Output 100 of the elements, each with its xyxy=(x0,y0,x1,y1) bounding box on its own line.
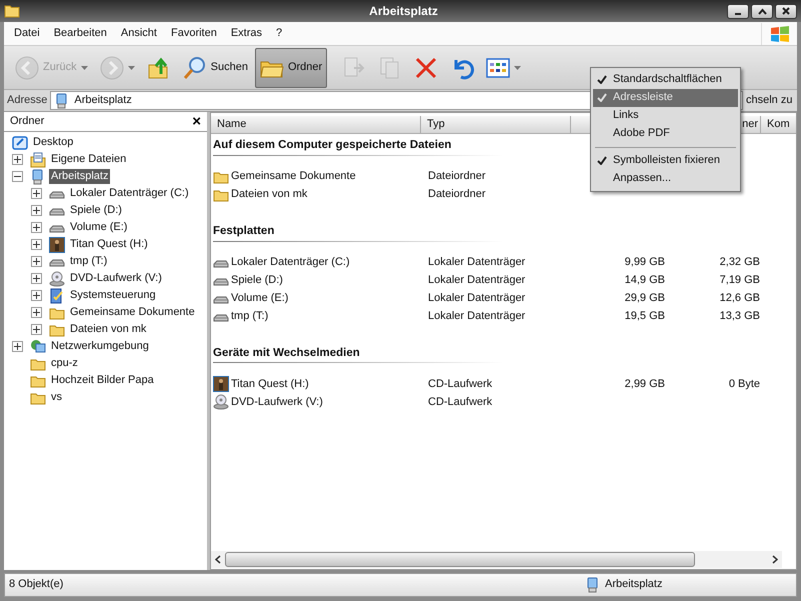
close-button[interactable] xyxy=(775,4,797,18)
tree-item[interactable]: Eigene Dateien xyxy=(49,152,128,168)
expander-button[interactable] xyxy=(31,290,42,301)
pane-title: Ordner xyxy=(10,114,44,128)
tree-item[interactable]: Lokaler Datenträger (C:) xyxy=(68,186,191,202)
dvd-drive-icon xyxy=(213,394,229,410)
file-name[interactable]: Dateien von mk xyxy=(231,188,308,202)
tree-item[interactable]: Systemsteuerung xyxy=(68,288,158,304)
tree-item[interactable]: Gemeinsame Dokumente xyxy=(68,304,197,320)
expander-button[interactable] xyxy=(31,239,42,250)
group-heading: Geräte mit Wechselmedien xyxy=(213,344,503,364)
menu-item[interactable]: Datei xyxy=(7,26,47,40)
expander-button[interactable] xyxy=(31,188,42,199)
window-title: Arbeitsplatz xyxy=(368,4,439,18)
menu-item[interactable]: Anpassen... xyxy=(593,170,738,188)
tree-item[interactable]: cpu-z xyxy=(49,356,80,372)
file-type: Lokaler Datenträger xyxy=(428,292,526,304)
tree-item[interactable]: tmp (T:) xyxy=(68,254,110,270)
expander-button[interactable] xyxy=(12,341,23,352)
menu-item[interactable]: Links xyxy=(593,107,738,125)
tree-item[interactable]: Dateien von mk xyxy=(68,322,148,338)
control-panel-icon xyxy=(49,288,65,304)
tree-item[interactable]: Volume (E:) xyxy=(68,220,130,236)
expand-icon xyxy=(33,326,40,333)
caret-icon xyxy=(128,66,135,70)
file-name[interactable]: Spiele (D:) xyxy=(231,274,283,288)
free-space: 12,6 GB xyxy=(720,292,760,304)
windows-logo-icon xyxy=(770,24,790,42)
free-space: 13,3 GB xyxy=(720,310,760,322)
tree-item[interactable]: vs xyxy=(49,390,64,406)
tree-item[interactable]: Netzwerkumgebung xyxy=(49,338,151,354)
expand-icon xyxy=(14,343,21,350)
folders-button[interactable]: Ordner xyxy=(254,48,328,88)
object-count: 8 Objekt(e) xyxy=(9,578,64,592)
move-icon xyxy=(342,56,366,80)
total-size: 29,9 GB xyxy=(624,292,665,304)
total-size: 14,9 GB xyxy=(624,274,665,286)
file-type: Dateiordner xyxy=(428,170,486,182)
close-icon xyxy=(782,7,790,15)
menu-item[interactable]: Bearbeiten xyxy=(46,26,114,40)
menu-item[interactable]: ? xyxy=(269,26,290,40)
menu-item[interactable]: Adobe PDF xyxy=(593,125,738,143)
file-type: Lokaler Datenträger xyxy=(428,310,526,322)
expand-icon xyxy=(33,207,40,214)
file-name[interactable]: Volume (E:) xyxy=(231,292,288,306)
expander-button[interactable] xyxy=(31,205,42,216)
tree-item[interactable]: Hochzeit Bilder Papa xyxy=(49,372,156,388)
tree-item[interactable]: Desktop xyxy=(31,134,76,150)
free-space: 7,19 GB xyxy=(720,274,760,286)
group-heading: Auf diesem Computer gespeicherte Dateien xyxy=(213,136,503,156)
expander-button[interactable] xyxy=(12,171,23,182)
column-header[interactable]: Typ xyxy=(427,118,445,130)
file-name[interactable]: Lokaler Datenträger (C:) xyxy=(231,256,350,270)
file-type: Dateiordner xyxy=(428,188,486,200)
delete-icon xyxy=(414,56,438,80)
tree-item[interactable]: Titan Quest (H:) xyxy=(68,236,150,252)
column-header[interactable]: Name xyxy=(217,118,246,130)
menu-item[interactable]: Adressleiste xyxy=(593,89,738,107)
tree-item[interactable]: Arbeitsplatz xyxy=(49,168,110,184)
expand-icon xyxy=(33,224,40,231)
menu-item[interactable]: Standardschaltflächen xyxy=(593,71,738,89)
tree-item[interactable]: Spiele (D:) xyxy=(68,202,124,218)
minimize-button[interactable] xyxy=(727,4,749,18)
close-button[interactable]: × xyxy=(192,114,201,129)
menu-item[interactable]: Extras xyxy=(224,26,270,40)
tree-item[interactable]: DVD-Laufwerk (V:) xyxy=(68,270,164,286)
go-button[interactable]: chseln zu xyxy=(746,94,794,108)
folder-icon xyxy=(4,4,20,18)
free-space: 2,32 GB xyxy=(720,256,760,268)
expander-button[interactable] xyxy=(31,256,42,267)
expander-button[interactable] xyxy=(31,324,42,335)
collapse-icon xyxy=(14,173,21,180)
expander-button[interactable] xyxy=(31,273,42,284)
menu-item[interactable]: Favoriten xyxy=(164,26,224,40)
column-header[interactable]: Kom xyxy=(767,118,790,130)
menu-item[interactable]: Symbolleisten fixieren xyxy=(593,152,738,170)
expand-icon xyxy=(33,190,40,197)
expander-button[interactable] xyxy=(31,222,42,233)
column-header[interactable]: ner xyxy=(742,118,758,130)
horizontal-scrollbar[interactable] xyxy=(211,551,782,568)
scrollbar-thumb[interactable] xyxy=(225,552,695,567)
file-type: CD-Laufwerk xyxy=(428,396,492,408)
total-size: 9,99 GB xyxy=(624,256,665,268)
search-button[interactable]: Suchen xyxy=(178,48,253,88)
file-name[interactable]: Gemeinsame Dokumente xyxy=(231,170,356,184)
group-heading: Festplatten xyxy=(213,222,503,242)
dvd-drive-icon xyxy=(49,270,65,286)
location-label: Arbeitsplatz xyxy=(605,578,662,592)
expand-icon xyxy=(14,156,21,163)
caret-icon xyxy=(514,66,522,70)
expander-button[interactable] xyxy=(12,154,23,165)
file-name[interactable]: Titan Quest (H:) xyxy=(231,378,309,391)
menu-item[interactable]: Ansicht xyxy=(114,26,164,40)
file-name[interactable]: tmp (T:) xyxy=(231,310,268,324)
desktop-icon xyxy=(12,134,28,150)
file-name[interactable]: DVD-Laufwerk (V:) xyxy=(231,396,323,409)
views-icon xyxy=(486,56,510,80)
expander-button[interactable] xyxy=(31,307,42,318)
caret-icon xyxy=(80,66,88,70)
maximize-button[interactable] xyxy=(751,4,773,18)
